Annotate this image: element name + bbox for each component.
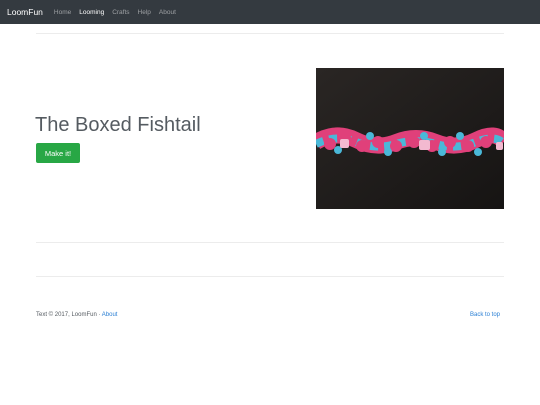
bracelet-image <box>311 68 511 209</box>
brand-logo-link[interactable]: LoomFun <box>7 7 43 17</box>
divider-bottom <box>36 276 504 277</box>
make-it-button[interactable]: Make it! <box>36 143 80 163</box>
bracelet-photo <box>311 68 511 209</box>
copyright-text: Text © 2017, LoomFun · <box>36 312 102 318</box>
back-to-top-link[interactable]: Back to top <box>470 312 500 318</box>
footer-copyright: Text © 2017, LoomFun · About <box>36 312 117 318</box>
divider-top <box>36 33 504 34</box>
footer-about-link[interactable]: About <box>102 312 118 318</box>
top-navbar: LoomFun Home Looming Crafts Help About <box>0 0 540 24</box>
divider-middle <box>36 242 504 243</box>
nav-link-crafts[interactable]: Crafts <box>112 9 129 16</box>
nav-link-home[interactable]: Home <box>54 9 71 16</box>
nav-link-looming[interactable]: Looming <box>79 9 104 16</box>
nav-link-help[interactable]: Help <box>138 9 151 16</box>
nav-link-about[interactable]: About <box>159 9 176 16</box>
page-title: The Boxed Fishtail <box>35 114 201 136</box>
